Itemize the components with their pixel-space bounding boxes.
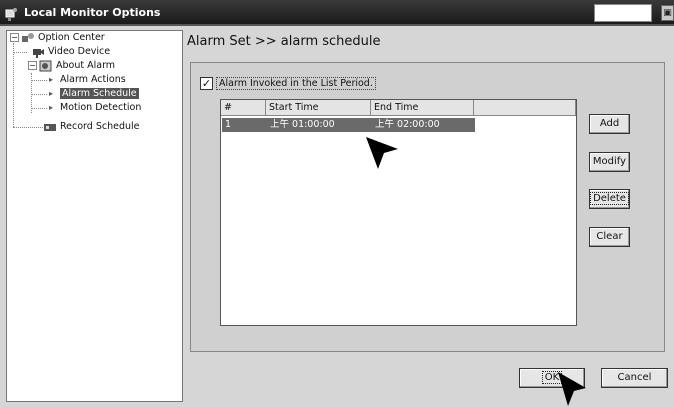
tree-connector	[31, 108, 47, 109]
camera-icon	[33, 48, 44, 58]
title-bar: Local Monitor Options ▣	[0, 0, 674, 26]
app-icon	[5, 8, 17, 21]
window-title: Local Monitor Options	[24, 6, 161, 19]
tree-item-label: Alarm Schedule	[60, 88, 139, 99]
page-title: Alarm Set >> alarm schedule	[187, 34, 381, 49]
tree-connector	[31, 73, 32, 113]
modify-button[interactable]: Modify	[589, 152, 630, 172]
schedule-list[interactable]: # Start Time End Time 1 上午 01:00:00 上午 0…	[220, 99, 577, 326]
tree-item-label: Option Center	[38, 32, 105, 43]
clear-button[interactable]: Clear	[589, 227, 630, 247]
collapse-icon[interactable]: −	[28, 61, 37, 70]
window-control-button[interactable]: ▣	[661, 5, 674, 21]
record-icon	[44, 123, 56, 131]
tree-item-label: About Alarm	[56, 60, 116, 71]
tree-connector	[31, 94, 47, 95]
add-button[interactable]: Add	[589, 114, 630, 134]
tree-item-about-alarm[interactable]: − About Alarm	[28, 59, 115, 73]
checkbox-label: Alarm Invoked in the List Period.	[216, 76, 376, 90]
collapse-icon[interactable]: −	[10, 33, 19, 42]
alarm-icon	[39, 60, 52, 71]
column-header-index[interactable]: #	[221, 100, 266, 116]
alarm-period-checkbox[interactable]: ✓ Alarm Invoked in the List Period.	[200, 76, 376, 90]
mouse-cursor-icon	[558, 372, 586, 406]
tree-item-label: Record Schedule	[60, 121, 140, 132]
tree-connector	[13, 52, 27, 53]
column-header-start-time[interactable]: Start Time	[266, 100, 371, 116]
row-index: 1	[225, 119, 232, 130]
option-center-icon	[22, 32, 34, 42]
checkbox-box[interactable]: ✓	[200, 76, 213, 90]
column-header-empty	[474, 100, 576, 116]
cancel-button[interactable]: Cancel	[601, 368, 668, 388]
tree-item-alarm-schedule[interactable]: ▸ Alarm Schedule	[49, 87, 139, 101]
delete-button[interactable]: Delete	[589, 189, 630, 209]
tree-item-option-center[interactable]: − Option Center	[10, 31, 105, 45]
leaf-icon: ▸	[49, 103, 54, 112]
tree-connector	[13, 43, 14, 127]
options-tree: − Option Center Video Device − About Alarm…	[6, 30, 183, 402]
list-header: # Start Time End Time	[221, 100, 576, 116]
row-end-time: 上午 02:00:00	[375, 119, 440, 130]
title-bar-field[interactable]	[594, 4, 652, 22]
tree-connector	[13, 127, 43, 128]
pointer-arrow-icon	[366, 137, 398, 169]
column-header-end-time[interactable]: End Time	[371, 100, 474, 116]
leaf-icon: ▸	[49, 75, 54, 84]
tree-item-label: Motion Detection	[60, 102, 142, 113]
delete-button-label: Delete	[590, 192, 629, 205]
tree-item-label: Video Device	[48, 46, 111, 57]
row-start-time: 上午 01:00:00	[270, 119, 335, 130]
tree-connector	[31, 80, 47, 81]
tree-item-label: Alarm Actions	[60, 74, 126, 85]
tree-item-motion-detection[interactable]: ▸ Motion Detection	[49, 101, 141, 115]
table-row[interactable]: 1 上午 01:00:00 上午 02:00:00	[222, 118, 475, 132]
tree-item-alarm-actions[interactable]: ▸ Alarm Actions	[49, 73, 126, 87]
tree-item-record-schedule[interactable]: Record Schedule	[43, 120, 140, 134]
tree-item-video-device[interactable]: Video Device	[31, 45, 110, 59]
leaf-icon: ▸	[49, 89, 54, 98]
